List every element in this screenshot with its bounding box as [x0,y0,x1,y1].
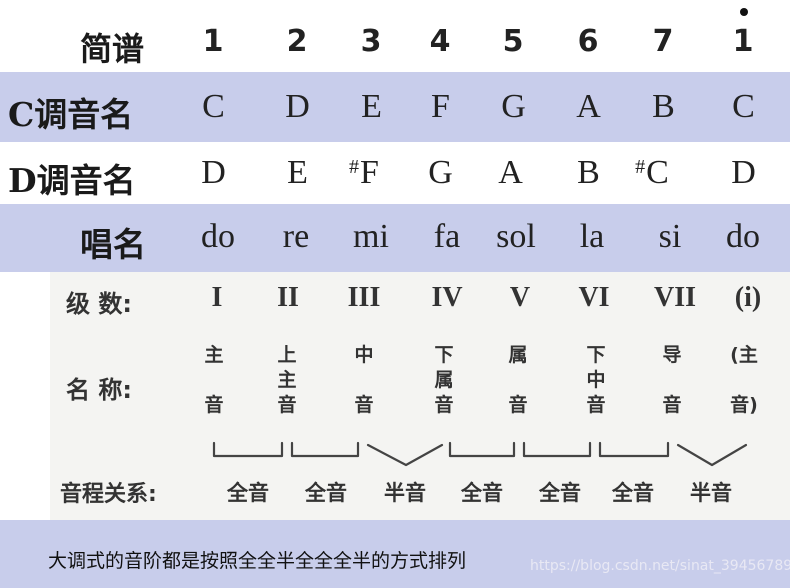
interval-value: 全音 [227,481,269,505]
interval-value: 半音 [384,481,426,505]
interval-value: 全音 [461,481,503,505]
half-tone-bracket [366,443,444,467]
whole-tone-bracket [598,441,670,458]
half-tone-bracket [676,443,748,467]
caption-text: 大调式的音阶都是按照全全半全全全半的方式排列 [48,550,467,572]
interval-value: 全音 [612,481,654,505]
watermark-text: https://blog.csdn.net/sinat_39456789 [530,558,790,574]
interval-value: 全音 [305,481,347,505]
interval-value: 全音 [539,481,581,505]
whole-tone-bracket [290,441,360,458]
interval-value: 半音 [690,481,732,505]
whole-tone-bracket [448,441,516,458]
interval-label: 音程关系: [60,482,157,507]
whole-tone-bracket [212,441,284,458]
whole-tone-bracket [522,441,592,458]
